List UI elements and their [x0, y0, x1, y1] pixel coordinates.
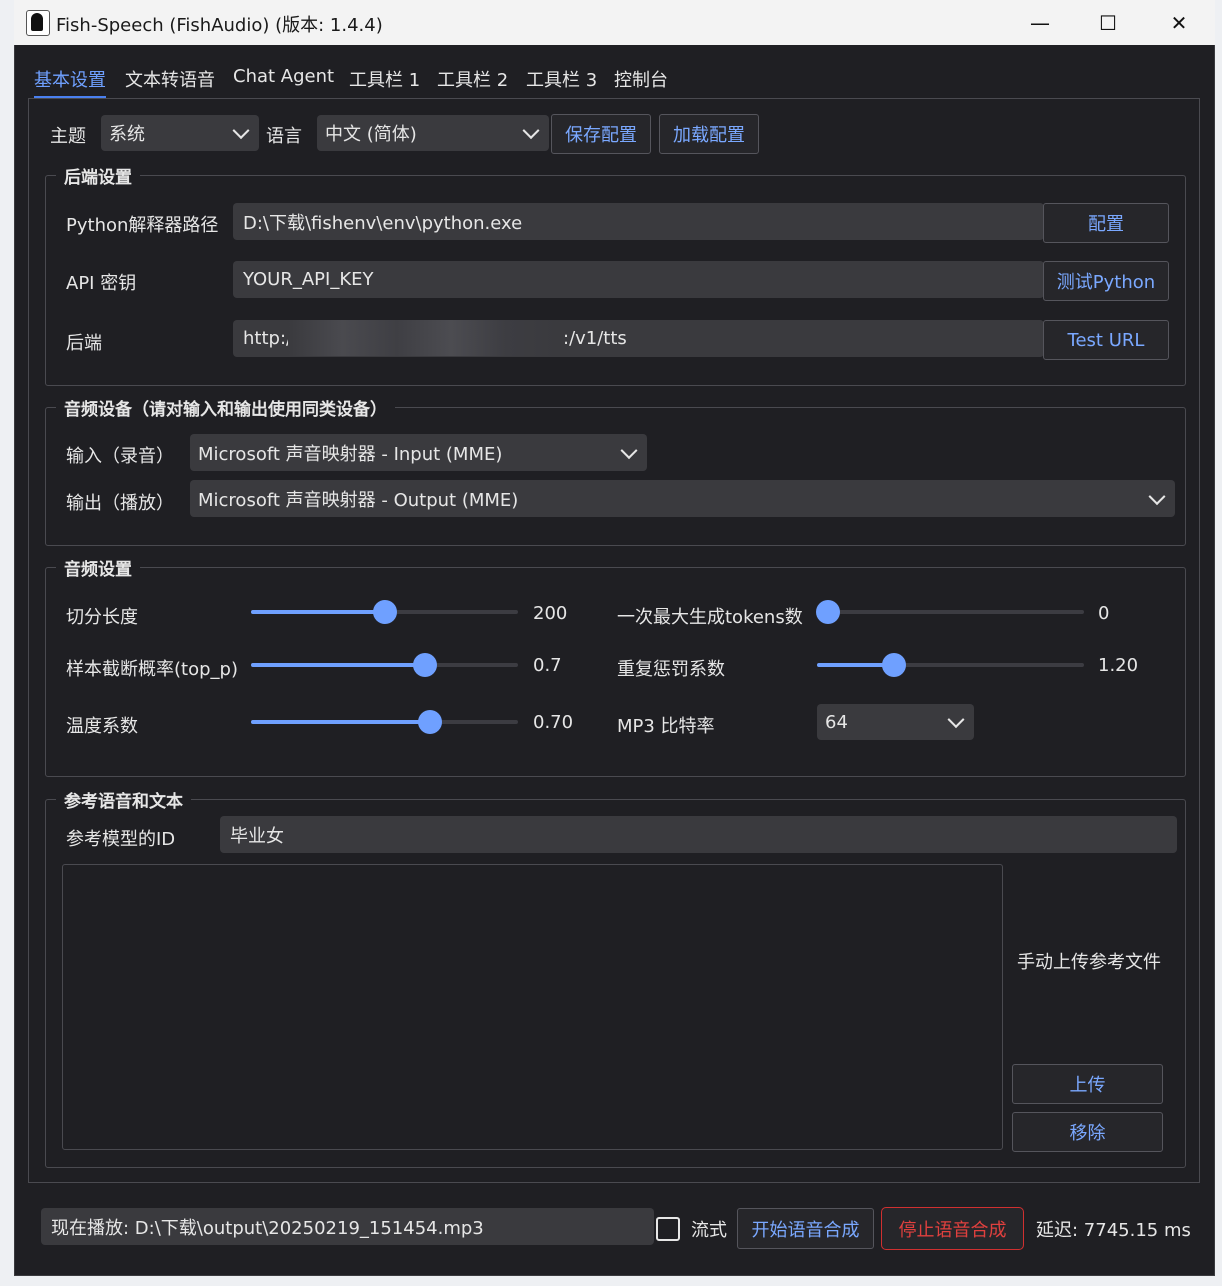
repetition-penalty-slider[interactable]: [817, 653, 1084, 677]
chunk-length-label: 切分长度: [66, 607, 138, 628]
tab-toolbar-3[interactable]: 工具栏 3: [526, 66, 597, 96]
reference-text-area[interactable]: [62, 864, 1003, 1150]
input-device-value: Microsoft 声音映射器 - Input (MME): [198, 443, 503, 465]
input-device-label: 输入（录音）: [66, 446, 174, 467]
top-p-label: 样本截断概率(top_p): [66, 659, 238, 680]
reference-id-label: 参考模型的ID: [66, 829, 176, 850]
python-path-input[interactable]: D:\下载\fishenv\env\python.exe: [233, 203, 1044, 240]
temperature-value: 0.70: [533, 712, 574, 733]
tab-chat-agent[interactable]: Chat Agent: [233, 66, 334, 96]
reference-title: 参考语音和文本: [56, 787, 191, 812]
redacted-region: [288, 320, 560, 356]
repetition-penalty-value: 1.20: [1098, 655, 1139, 676]
language-select-value: 中文 (简体): [325, 124, 417, 145]
audio-device-group: 音频设备（请对输入和输出使用同类设备）: [45, 395, 1186, 546]
chevron-down-icon: [522, 122, 540, 140]
slider-handle[interactable]: [372, 600, 397, 624]
stream-checkbox[interactable]: [656, 1217, 680, 1241]
audio-settings-title: 音频设置: [56, 555, 140, 580]
test-python-button[interactable]: 测试Python: [1043, 261, 1169, 301]
chevron-down-icon: [232, 122, 250, 140]
theme-select[interactable]: 系统: [101, 115, 259, 151]
max-tokens-slider[interactable]: [815, 600, 1084, 624]
start-synthesis-button[interactable]: 开始语音合成: [737, 1208, 874, 1249]
configure-python-button[interactable]: 配置: [1043, 203, 1169, 243]
top-p-value: 0.7: [533, 655, 562, 676]
remove-button[interactable]: 移除: [1012, 1112, 1163, 1152]
title-bar: Fish-Speech (FishAudio) (版本: 1.4.4) — ☐ …: [14, 0, 1215, 45]
chunk-length-value: 200: [533, 603, 568, 624]
repetition-penalty-label: 重复惩罚系数: [617, 659, 725, 680]
app-logo-icon: [26, 10, 50, 36]
mp3-bitrate-select[interactable]: 64: [817, 704, 974, 740]
mp3-bitrate-value: 64: [825, 711, 848, 733]
theme-select-value: 系统: [109, 124, 145, 145]
stop-synthesis-button[interactable]: 停止语音合成: [881, 1207, 1024, 1250]
maximize-button[interactable]: ☐: [1073, 0, 1143, 45]
output-device-select[interactable]: Microsoft 声音映射器 - Output (MME): [190, 480, 1175, 517]
backend-url-label: 后端: [66, 333, 102, 354]
output-device-label: 输出（播放）: [66, 493, 174, 514]
minimize-button[interactable]: —: [1005, 0, 1075, 45]
slider-handle[interactable]: [412, 653, 437, 677]
close-button[interactable]: ✕: [1144, 0, 1214, 45]
test-url-button[interactable]: Test URL: [1043, 320, 1169, 360]
now-playing-field: 现在播放: D:\下载\output\20250219_151454.mp3: [41, 1208, 654, 1245]
tab-text-to-speech[interactable]: 文本转语音: [125, 66, 215, 96]
backend-url-prefix: http:/: [243, 328, 293, 349]
tab-console[interactable]: 控制台: [614, 66, 668, 96]
max-tokens-label: 一次最大生成tokens数: [617, 607, 803, 628]
chevron-down-icon: [620, 441, 638, 459]
slider-handle[interactable]: [815, 600, 840, 624]
language-select[interactable]: 中文 (简体): [317, 115, 549, 151]
audio-device-title: 音频设备（请对输入和输出使用同类设备）: [56, 395, 395, 420]
input-device-select[interactable]: Microsoft 声音映射器 - Input (MME): [190, 434, 647, 471]
python-path-label: Python解释器路径: [66, 215, 219, 236]
backend-url-input[interactable]: http:/ :/v1/tts: [233, 320, 1044, 357]
save-config-button[interactable]: 保存配置: [551, 114, 651, 154]
top-p-slider[interactable]: [251, 653, 518, 677]
max-tokens-value: 0: [1098, 603, 1110, 624]
mp3-bitrate-label: MP3 比特率: [617, 716, 715, 737]
upload-button[interactable]: 上传: [1012, 1064, 1163, 1104]
backend-settings-title: 后端设置: [56, 163, 140, 188]
backend-url-suffix: :/v1/tts: [563, 328, 627, 349]
api-key-input[interactable]: YOUR_API_KEY: [233, 261, 1044, 298]
tab-toolbar-2[interactable]: 工具栏 2: [437, 66, 508, 96]
stream-label: 流式: [691, 1220, 727, 1241]
tab-basic-settings[interactable]: 基本设置: [34, 66, 106, 99]
chevron-down-icon: [947, 711, 965, 729]
upload-hint-label: 手动上传参考文件: [1017, 952, 1161, 973]
slider-handle[interactable]: [882, 653, 907, 677]
language-label: 语言: [266, 126, 302, 147]
window-title: Fish-Speech (FishAudio) (版本: 1.4.4): [56, 15, 383, 36]
theme-label: 主题: [50, 126, 86, 147]
chunk-length-slider[interactable]: [251, 600, 518, 624]
reference-id-input[interactable]: 毕业女: [220, 816, 1177, 853]
load-config-button[interactable]: 加载配置: [659, 114, 759, 154]
slider-handle[interactable]: [417, 710, 442, 734]
output-device-value: Microsoft 声音映射器 - Output (MME): [198, 489, 519, 511]
temperature-slider[interactable]: [251, 710, 518, 734]
chevron-down-icon: [1148, 487, 1166, 505]
temperature-label: 温度系数: [66, 716, 138, 737]
tab-toolbar-1[interactable]: 工具栏 1: [349, 66, 420, 96]
latency-readout: 延迟: 7745.15 ms: [1036, 1220, 1191, 1241]
api-key-label: API 密钥: [66, 273, 137, 294]
